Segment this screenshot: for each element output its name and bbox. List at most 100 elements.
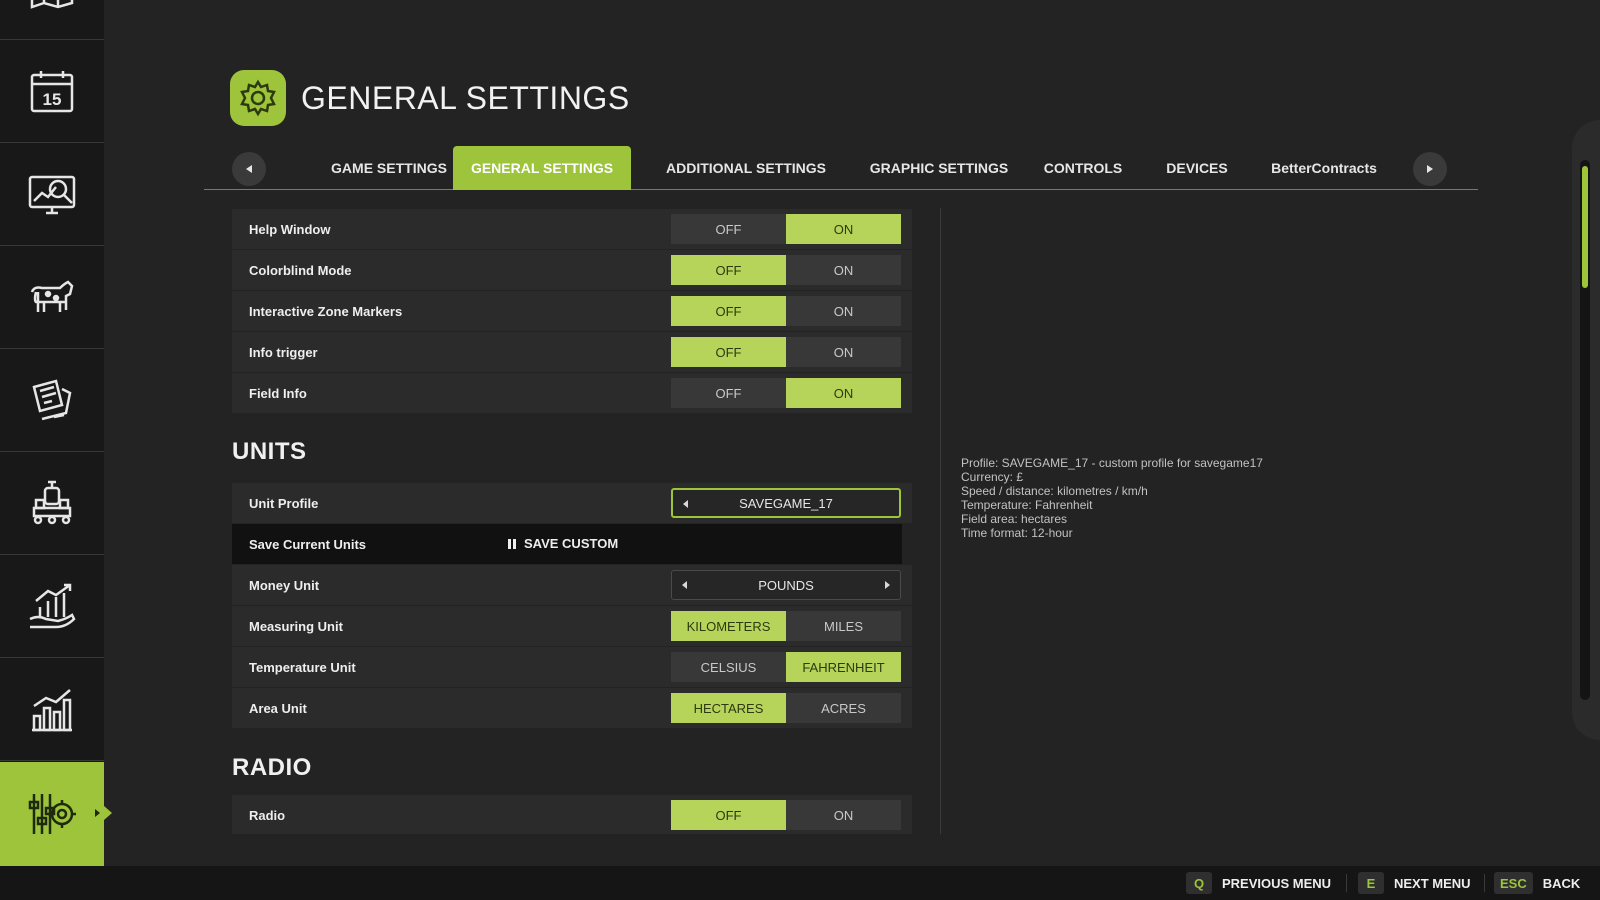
tab-devices[interactable]: DEVICES bbox=[1144, 146, 1250, 190]
price-monitor-icon bbox=[28, 175, 76, 214]
section-title-units: UNITS bbox=[232, 438, 307, 465]
setting-label: Save Current Units bbox=[249, 536, 367, 552]
back-hint[interactable]: ESC BACK bbox=[1494, 872, 1580, 894]
map-icon bbox=[30, 0, 74, 9]
colorblind-mode-on-option[interactable]: ON bbox=[786, 255, 901, 285]
info-trigger-off-option[interactable]: OFF bbox=[671, 337, 786, 367]
setting-row-field-info: Field Info OFF ON bbox=[232, 373, 912, 413]
previous-menu-hint[interactable]: Q PREVIOUS MENU bbox=[1186, 872, 1331, 894]
setting-label: Field Info bbox=[249, 385, 307, 401]
measuring-unit-toggle: KILOMETERS MILES bbox=[671, 611, 901, 641]
back-label: BACK bbox=[1542, 875, 1581, 891]
animals-icon bbox=[30, 279, 74, 312]
sidebar-item-map[interactable] bbox=[0, 0, 104, 40]
page-title: GENERAL SETTINGS bbox=[301, 80, 630, 116]
temperature-unit-toggle: CELSIUS FAHRENHEIT bbox=[671, 652, 901, 682]
unit-profile-info: Profile: SAVEGAME_17 - custom profile fo… bbox=[961, 456, 1263, 540]
setting-label: Temperature Unit bbox=[249, 659, 356, 675]
arrow-left-icon bbox=[246, 165, 252, 173]
statistics-icon bbox=[32, 688, 72, 731]
bottom-hint-bar: Q PREVIOUS MENU E NEXT MENU ESC BACK bbox=[0, 866, 1600, 900]
contracts-icon bbox=[32, 378, 72, 420]
field-info-toggle: OFF ON bbox=[671, 378, 901, 408]
setting-label: Measuring Unit bbox=[249, 618, 343, 634]
gear-icon bbox=[240, 79, 276, 117]
field-info-off-option[interactable]: OFF bbox=[671, 378, 786, 408]
setting-row-info-trigger: Info trigger OFF ON bbox=[232, 332, 912, 372]
money-unit-selector[interactable]: POUNDS bbox=[671, 570, 901, 600]
pause-icon bbox=[508, 538, 516, 549]
sidebar-item-contracts[interactable] bbox=[0, 350, 104, 452]
temperature-unit-celsius-option[interactable]: CELSIUS bbox=[671, 652, 786, 682]
arrow-right-icon[interactable] bbox=[885, 581, 890, 589]
sidebar-item-statistics[interactable] bbox=[0, 659, 104, 761]
hint-separator bbox=[1346, 874, 1347, 892]
save-custom-button[interactable]: SAVE CUSTOM bbox=[508, 536, 618, 551]
setting-label: Info trigger bbox=[249, 344, 318, 360]
temperature-unit-fahrenheit-option[interactable]: FAHRENHEIT bbox=[786, 652, 901, 682]
arrow-left-icon[interactable] bbox=[683, 500, 688, 508]
field-info-on-option[interactable]: ON bbox=[786, 378, 901, 408]
sidebar-item-finances[interactable] bbox=[0, 556, 104, 658]
settings-screen: 15 GENERAL SETTINGS GAME SETTINGS GENERA… bbox=[0, 0, 1600, 900]
calendar-icon: 15 bbox=[30, 70, 74, 112]
radio-on-option[interactable]: ON bbox=[786, 800, 901, 830]
colorblind-mode-off-option[interactable]: OFF bbox=[671, 255, 786, 285]
active-indicator bbox=[95, 809, 100, 817]
interactive-zone-markers-off-option[interactable]: OFF bbox=[671, 296, 786, 326]
setting-row-area-unit: Area Unit HECTARES ACRES bbox=[232, 688, 912, 728]
info-trigger-on-option[interactable]: ON bbox=[786, 337, 901, 367]
production-icon bbox=[32, 480, 72, 524]
measuring-unit-miles-option[interactable]: MILES bbox=[786, 611, 901, 641]
setting-label: Unit Profile bbox=[249, 495, 319, 511]
key-q: Q bbox=[1186, 872, 1212, 894]
setting-row-money-unit: Money Unit POUNDS bbox=[232, 565, 912, 605]
sidebar-item-calendar[interactable]: 15 bbox=[0, 41, 104, 143]
tab-controls[interactable]: CONTROLS bbox=[1030, 146, 1136, 190]
help-window-on-option[interactable]: ON bbox=[786, 214, 901, 244]
interactive-zone-markers-on-option[interactable]: ON bbox=[786, 296, 901, 326]
help-window-off-option[interactable]: OFF bbox=[671, 214, 786, 244]
setting-label: Help Window bbox=[249, 221, 331, 237]
colorblind-mode-toggle: OFF ON bbox=[671, 255, 901, 285]
section-title-radio: RADIO bbox=[232, 754, 312, 781]
area-unit-acres-option[interactable]: ACRES bbox=[786, 693, 901, 723]
tab-additional-settings[interactable]: ADDITIONAL SETTINGS bbox=[648, 146, 844, 190]
finances-icon bbox=[29, 583, 76, 628]
info-line: Speed / distance: kilometres / km/h bbox=[961, 484, 1148, 498]
sidebar-item-production[interactable] bbox=[0, 453, 104, 555]
scrollbar-thumb[interactable] bbox=[1582, 166, 1588, 288]
sidebar-item-settings[interactable] bbox=[0, 762, 112, 866]
tab-next-button[interactable] bbox=[1413, 152, 1447, 186]
tab-prev-button[interactable] bbox=[232, 152, 266, 186]
tab-general-settings[interactable]: GENERAL SETTINGS bbox=[453, 146, 631, 190]
area-unit-hectares-option[interactable]: HECTARES bbox=[671, 693, 786, 723]
tab-bettercontracts[interactable]: BetterContracts bbox=[1254, 146, 1394, 190]
setting-row-interactive-zone-markers: Interactive Zone Markers OFF ON bbox=[232, 291, 912, 331]
setting-row-measuring-unit: Measuring Unit KILOMETERS MILES bbox=[232, 606, 912, 646]
settings-list: Help Window OFF ON Colorblind Mode OFF O… bbox=[232, 208, 912, 834]
tab-game-settings[interactable]: GAME SETTINGS bbox=[302, 146, 476, 190]
help-window-toggle: OFF ON bbox=[671, 214, 901, 244]
arrow-left-icon[interactable] bbox=[682, 581, 687, 589]
next-menu-hint[interactable]: E NEXT MENU bbox=[1358, 872, 1471, 894]
radio-off-option[interactable]: OFF bbox=[671, 800, 786, 830]
money-unit-value: POUNDS bbox=[758, 577, 814, 593]
svg-text:15: 15 bbox=[43, 90, 62, 109]
measuring-unit-kilometers-option[interactable]: KILOMETERS bbox=[671, 611, 786, 641]
area-unit-toggle: HECTARES ACRES bbox=[671, 693, 901, 723]
header-gear-icon bbox=[230, 70, 286, 126]
arrow-right-icon bbox=[1427, 165, 1433, 173]
sidebar: 15 bbox=[0, 0, 112, 866]
panel-divider bbox=[940, 208, 941, 834]
save-custom-label: SAVE CUSTOM bbox=[524, 536, 619, 551]
setting-label: Interactive Zone Markers bbox=[249, 303, 403, 319]
info-line: Profile: SAVEGAME_17 - custom profile fo… bbox=[961, 456, 1263, 470]
key-esc: ESC bbox=[1494, 872, 1533, 894]
tab-graphic-settings[interactable]: GRAPHIC SETTINGS bbox=[854, 146, 1024, 190]
settings-icon bbox=[28, 794, 76, 834]
sidebar-item-animals[interactable] bbox=[0, 247, 104, 349]
unit-profile-selector[interactable]: SAVEGAME_17 bbox=[671, 488, 901, 518]
info-trigger-toggle: OFF ON bbox=[671, 337, 901, 367]
sidebar-item-prices[interactable] bbox=[0, 144, 104, 246]
